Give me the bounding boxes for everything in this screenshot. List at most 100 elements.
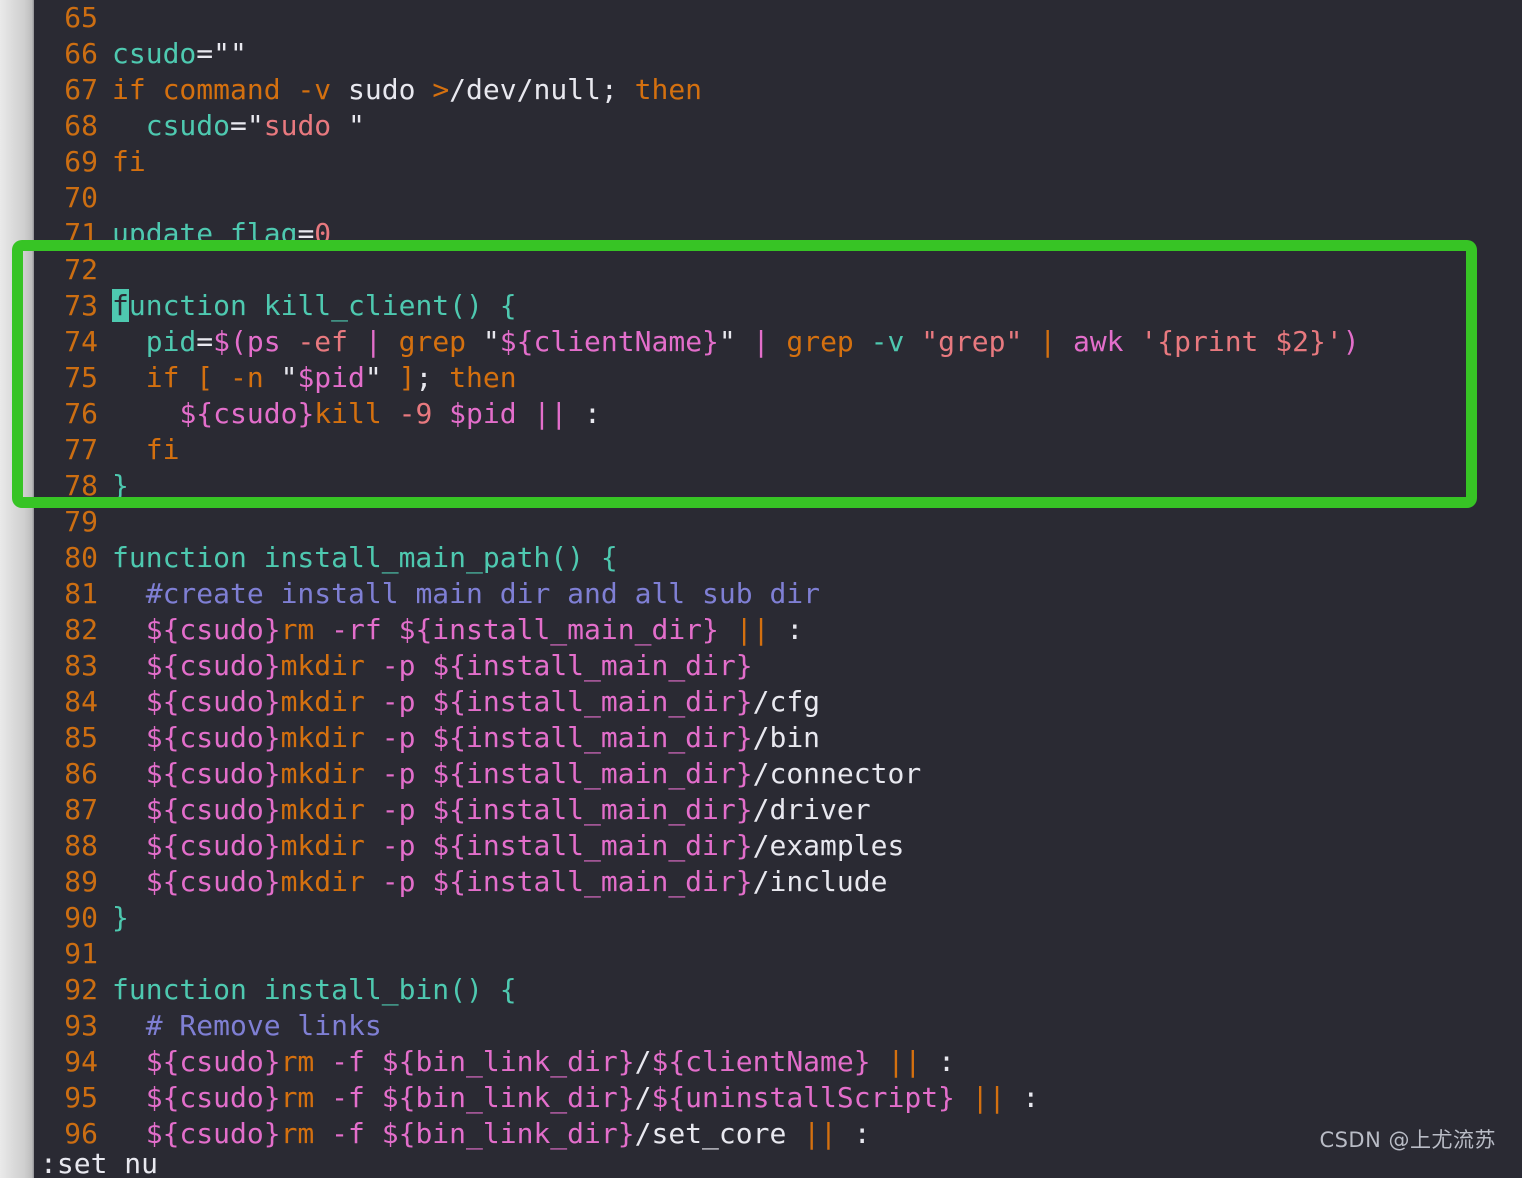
code-line[interactable]: 88 ${csudo}mkdir -p ${install_main_dir}/… — [34, 828, 1522, 864]
code-line[interactable]: 92function install_bin() { — [34, 972, 1522, 1008]
line-number: 79 — [34, 504, 98, 540]
text-cursor: f — [112, 289, 129, 322]
terminal-editor-viewport[interactable]: 6566csudo=""67if command -v sudo >/dev/n… — [34, 0, 1522, 1178]
code-line-text: ${csudo}rm -f ${bin_link_dir}/${uninstal… — [98, 1081, 1039, 1114]
line-number: 89 — [34, 864, 98, 900]
code-line[interactable]: 85 ${csudo}mkdir -p ${install_main_dir}/… — [34, 720, 1522, 756]
code-token: -p — [382, 685, 416, 718]
code-line[interactable]: 71update_flag=0 — [34, 216, 1522, 252]
code-token: install_main_path — [247, 541, 550, 574]
line-number: 84 — [34, 684, 98, 720]
code-token — [904, 325, 921, 358]
code-token — [365, 685, 382, 718]
code-token: -v — [871, 325, 905, 358]
code-token: function — [112, 973, 247, 1006]
code-line[interactable]: 95 ${csudo}rm -f ${bin_link_dir}/${unins… — [34, 1080, 1522, 1116]
line-number: 65 — [34, 0, 98, 36]
line-number: 72 — [34, 252, 98, 288]
code-token: -p — [382, 793, 416, 826]
line-number: 95 — [34, 1080, 98, 1116]
code-line[interactable]: 67if command -v sudo >/dev/null; then — [34, 72, 1522, 108]
code-line[interactable]: 78} — [34, 468, 1522, 504]
code-line[interactable]: 73function kill_client() { — [34, 288, 1522, 324]
code-token: rm — [281, 1045, 315, 1078]
line-number: 93 — [34, 1008, 98, 1044]
line-number: 76 — [34, 396, 98, 432]
code-token: -f — [331, 1045, 365, 1078]
code-token: ${csudo} — [179, 397, 314, 430]
code-token: unction — [129, 289, 247, 322]
code-line[interactable]: 65 — [34, 0, 1522, 36]
code-token — [1022, 325, 1039, 358]
code-token: " — [348, 109, 365, 142]
code-line[interactable]: 75 if [ -n "$pid" ]; then — [34, 360, 1522, 396]
code-token: then — [635, 73, 702, 106]
code-token — [1005, 1081, 1022, 1114]
code-token: | — [1039, 325, 1056, 358]
code-line[interactable]: 93 # Remove links — [34, 1008, 1522, 1044]
code-line[interactable]: 90} — [34, 900, 1522, 936]
vertical-scrollbar[interactable] — [0, 0, 34, 1178]
code-token — [112, 1045, 146, 1078]
code-token: #create install main dir and all sub dir — [146, 577, 820, 610]
code-line[interactable]: 94 ${csudo}rm -f ${bin_link_dir}/${clien… — [34, 1044, 1522, 1080]
code-token: = — [230, 109, 247, 142]
code-token: ${install_main_dir} — [432, 685, 752, 718]
code-line[interactable]: 89 ${csudo}mkdir -p ${install_main_dir}/… — [34, 864, 1522, 900]
code-token — [112, 361, 146, 394]
code-line-text — [98, 505, 112, 538]
code-token: -f — [331, 1081, 365, 1114]
code-line[interactable]: 77 fi — [34, 432, 1522, 468]
code-line-text: ${csudo}mkdir -p ${install_main_dir}/con… — [98, 757, 921, 790]
code-line[interactable]: 84 ${csudo}mkdir -p ${install_main_dir}/… — [34, 684, 1522, 720]
code-token — [769, 613, 786, 646]
code-line[interactable]: 70 — [34, 180, 1522, 216]
code-token: grep — [399, 325, 466, 358]
code-line[interactable]: 74 pid=$(ps -ef | grep "${clientName}" |… — [34, 324, 1522, 360]
code-line-text — [98, 253, 112, 286]
code-line[interactable]: 68 csudo="sudo " — [34, 108, 1522, 144]
code-token: ${install_main_dir} — [432, 649, 752, 682]
code-token: ${install_main_dir} — [432, 829, 752, 862]
code-token — [517, 397, 534, 430]
code-line-text: csudo="" — [98, 37, 247, 70]
code-token — [314, 1081, 331, 1114]
code-token: ; — [415, 361, 432, 394]
code-token — [854, 325, 871, 358]
code-token: " — [719, 325, 736, 358]
code-line[interactable]: 86 ${csudo}mkdir -p ${install_main_dir}/… — [34, 756, 1522, 792]
code-line[interactable]: 81 #create install main dir and all sub … — [34, 576, 1522, 612]
code-token: ${csudo} — [146, 1081, 281, 1114]
code-token: = — [196, 37, 213, 70]
code-token — [112, 649, 146, 682]
code-token: mkdir — [281, 865, 365, 898]
code-line-text: ${csudo}mkdir -p ${install_main_dir}/cfg — [98, 685, 820, 718]
code-line[interactable]: 80function install_main_path() { — [34, 540, 1522, 576]
code-line[interactable]: 66csudo="" — [34, 36, 1522, 72]
code-line-text: ${csudo}rm -rf ${install_main_dir} || : — [98, 613, 803, 646]
line-number: 67 — [34, 72, 98, 108]
code-line[interactable]: 82 ${csudo}rm -rf ${install_main_dir} ||… — [34, 612, 1522, 648]
code-line[interactable]: 83 ${csudo}mkdir -p ${install_main_dir} — [34, 648, 1522, 684]
code-token — [382, 397, 399, 430]
code-line[interactable]: 69fi — [34, 144, 1522, 180]
code-token: ) — [1343, 325, 1360, 358]
code-line[interactable]: 91 — [34, 936, 1522, 972]
code-token — [719, 613, 736, 646]
line-number: 70 — [34, 180, 98, 216]
code-token — [736, 325, 753, 358]
code-line[interactable]: 79 — [34, 504, 1522, 540]
code-token — [348, 325, 365, 358]
code-token — [618, 73, 635, 106]
line-number: 77 — [34, 432, 98, 468]
code-token: rm — [281, 613, 315, 646]
code-token: ${csudo} — [146, 1117, 281, 1150]
code-line-text: ${csudo}mkdir -p ${install_main_dir} — [98, 649, 753, 682]
code-line[interactable]: 76 ${csudo}kill -9 $pid || : — [34, 396, 1522, 432]
code-token — [432, 361, 449, 394]
line-number: 91 — [34, 936, 98, 972]
code-line[interactable]: 87 ${csudo}mkdir -p ${install_main_dir}/… — [34, 792, 1522, 828]
code-line[interactable]: 96 ${csudo}rm -f ${bin_link_dir}/set_cor… — [34, 1116, 1522, 1152]
code-token — [483, 289, 500, 322]
code-line[interactable]: 72 — [34, 252, 1522, 288]
